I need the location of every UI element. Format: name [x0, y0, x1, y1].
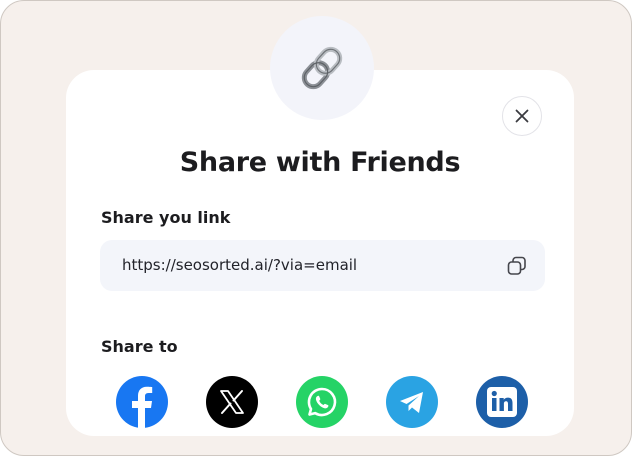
share-link-value[interactable]: https://seosorted.ai/?via=email: [122, 256, 357, 274]
close-icon: [515, 109, 529, 123]
copy-button[interactable]: [506, 255, 528, 281]
linkedin-icon: [487, 387, 517, 417]
link-chain-icon: [301, 46, 343, 90]
share-facebook-button[interactable]: [116, 376, 168, 428]
share-to-label: Share to: [101, 337, 178, 356]
whatsapp-icon: [307, 387, 337, 417]
link-badge: [270, 16, 374, 120]
share-x-button[interactable]: [206, 376, 258, 428]
share-whatsapp-button[interactable]: [296, 376, 348, 428]
copy-icon: [507, 256, 526, 275]
share-linkedin-button[interactable]: [476, 376, 528, 428]
share-telegram-button[interactable]: [386, 376, 438, 428]
share-link-field[interactable]: https://seosorted.ai/?via=email: [100, 240, 545, 291]
telegram-icon: [400, 392, 423, 413]
facebook-icon: [132, 386, 153, 428]
dialog-title: Share with Friends: [179, 147, 461, 178]
close-button[interactable]: [502, 96, 542, 136]
x-icon: [220, 390, 244, 414]
share-link-label: Share you link: [101, 208, 231, 227]
